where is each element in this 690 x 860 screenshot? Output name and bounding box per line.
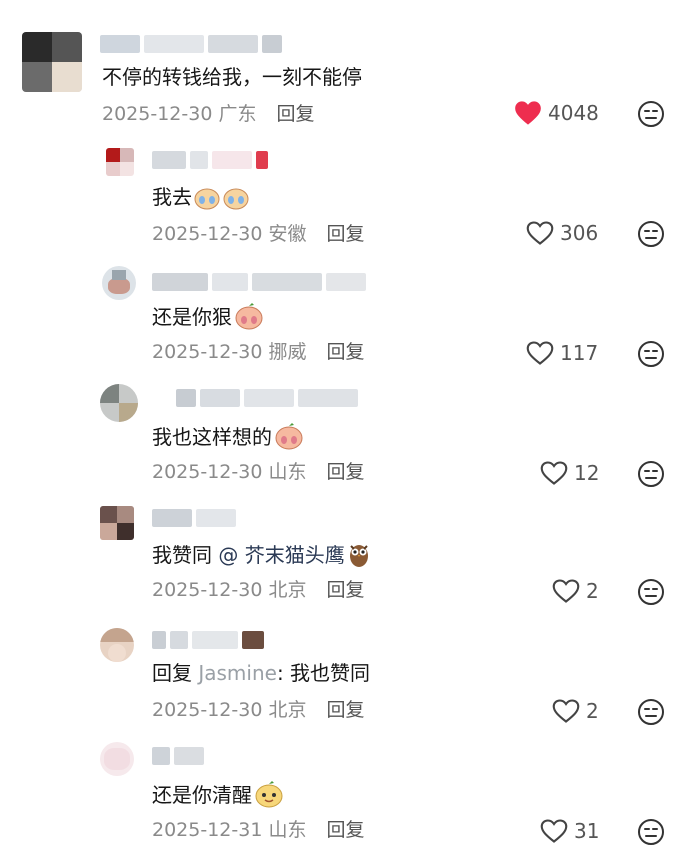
avatar[interactable] [106, 148, 134, 176]
like-button[interactable]: 2 [552, 698, 599, 724]
reply-button[interactable]: 回复 [327, 341, 365, 363]
comment-text: 不停的转钱给我，一刻不能停 [102, 65, 362, 89]
reply-button[interactable]: 回复 [327, 223, 365, 245]
dislike-face-icon[interactable] [637, 460, 665, 488]
comment-text: 还是你清醒 [152, 780, 284, 814]
comment-text: 我赞同 @ 芥末猫头鹰 [152, 540, 371, 574]
comment-location: 山东 [268, 819, 307, 841]
comment-date: 2025-12-30 [152, 223, 263, 245]
comment-meta: 2025-12-30 广东 回复 [102, 102, 315, 126]
comment-3: 还是你狠 2025-12-30 挪威 回复 117 [0, 260, 690, 380]
avatar[interactable] [100, 384, 138, 422]
like-button[interactable]: 306 [526, 220, 598, 246]
username-blurred[interactable] [152, 746, 204, 766]
comment-6: 回复 Jasmine: 我也赞同 2025-12-30 北京 回复 2 [0, 620, 690, 740]
reply-to-name[interactable]: Jasmine [198, 661, 277, 685]
username-blurred[interactable] [100, 34, 282, 54]
comment-meta: 2025-12-31 山东 回复 [152, 818, 365, 842]
comment-meta: 2025-12-30 北京 回复 [152, 698, 365, 722]
crying-emoji-icon [194, 184, 250, 216]
like-button[interactable]: 2 [552, 578, 599, 604]
like-count: 12 [574, 461, 600, 485]
comment-location: 北京 [268, 699, 307, 721]
avatar[interactable] [100, 506, 134, 540]
crying-emoji-icon [234, 302, 264, 336]
dislike-face-icon[interactable] [637, 220, 665, 248]
dislike-face-icon[interactable] [637, 578, 665, 606]
like-count: 306 [560, 221, 599, 245]
dislike-face-icon[interactable] [637, 698, 665, 726]
comment-text: 我也这样想的 [152, 422, 304, 456]
heart-icon [552, 699, 580, 723]
comment-1: 不停的转钱给我，一刻不能停 2025-12-30 广东 回复 4048 [0, 0, 690, 140]
owl-emoji-icon [347, 540, 371, 574]
comment-5: 我赞同 @ 芥末猫头鹰 2025-12-30 北京 回复 2 [0, 500, 690, 620]
comment-date: 2025-12-30 [152, 699, 263, 721]
comment-meta: 2025-12-30 安徽 回复 [152, 222, 365, 246]
heart-icon [540, 819, 568, 843]
reply-button[interactable]: 回复 [327, 461, 365, 483]
reply-button[interactable]: 回复 [327, 699, 365, 721]
like-count: 117 [560, 341, 599, 365]
comment-meta: 2025-12-30 山东 回复 [152, 460, 365, 484]
dislike-face-icon[interactable] [637, 100, 665, 128]
avatar[interactable] [100, 742, 134, 776]
username-blurred[interactable] [152, 150, 268, 170]
like-button[interactable]: 4048 [514, 100, 599, 126]
comment-meta: 2025-12-30 北京 回复 [152, 578, 365, 602]
avatar[interactable] [22, 32, 82, 92]
avatar[interactable] [100, 628, 134, 662]
comment-date: 2025-12-30 [152, 461, 263, 483]
comment-7: 还是你清醒 2025-12-31 山东 回复 31 [0, 740, 690, 860]
crying-emoji-icon [274, 422, 304, 456]
like-button[interactable]: 12 [540, 460, 599, 486]
comment-text: 回复 Jasmine: 我也赞同 [152, 661, 371, 685]
heart-icon [526, 221, 554, 245]
username-blurred[interactable] [152, 630, 264, 650]
comment-date: 2025-12-30 [152, 579, 263, 601]
heart-icon [515, 101, 541, 125]
like-button[interactable]: 31 [540, 818, 599, 844]
dislike-face-icon[interactable] [637, 818, 665, 846]
username-blurred[interactable] [152, 272, 366, 292]
username-blurred[interactable] [152, 508, 236, 528]
dislike-face-icon[interactable] [637, 340, 665, 368]
comment-date: 2025-12-31 [152, 819, 263, 841]
reply-button[interactable]: 回复 [277, 103, 315, 125]
comment-date: 2025-12-30 [152, 341, 263, 363]
heart-icon [540, 461, 568, 485]
reply-button[interactable]: 回复 [327, 579, 365, 601]
heart-icon [552, 579, 580, 603]
username-blurred[interactable] [176, 388, 358, 408]
smiling-emoji-icon [254, 780, 284, 814]
comment-location: 山东 [268, 461, 307, 483]
comment-location: 北京 [268, 579, 307, 601]
comment-location: 安徽 [268, 223, 307, 245]
comment-location: 广东 [218, 103, 257, 125]
like-count: 2 [586, 579, 599, 603]
like-count: 2 [586, 699, 599, 723]
comment-location: 挪威 [268, 341, 307, 363]
reply-button[interactable]: 回复 [327, 819, 365, 841]
heart-icon [526, 341, 554, 365]
comment-4: 我也这样想的 2025-12-30 山东 回复 12 [0, 380, 690, 500]
comment-2: 我去 2025-12-30 安徽 回复 306 [0, 140, 690, 260]
comment-date: 2025-12-30 [102, 103, 213, 125]
mention-link[interactable]: @ 芥末猫头鹰 [218, 543, 344, 567]
avatar[interactable] [102, 266, 136, 300]
like-count: 31 [574, 819, 600, 843]
comment-text: 我去 [152, 184, 250, 216]
comment-meta: 2025-12-30 挪威 回复 [152, 340, 365, 364]
comment-text: 还是你狠 [152, 302, 264, 336]
like-button[interactable]: 117 [526, 340, 598, 366]
like-count: 4048 [548, 101, 599, 125]
